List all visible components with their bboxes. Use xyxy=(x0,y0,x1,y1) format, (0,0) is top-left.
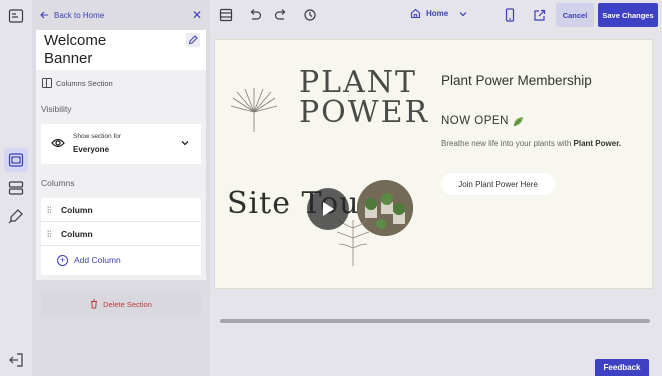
column-label: Column xyxy=(61,228,93,239)
now-open-text: NOW OPEN xyxy=(441,115,509,127)
delete-section-button[interactable]: Delete Section xyxy=(41,292,201,316)
pages-icon[interactable] xyxy=(4,176,28,200)
close-icon[interactable]: ✕ xyxy=(192,9,202,21)
description-bold: Plant Power. xyxy=(573,139,622,148)
membership-description: Breathe new life into your plants with P… xyxy=(441,139,621,148)
play-button[interactable] xyxy=(307,188,349,230)
panel-header: Back to Home ✕ xyxy=(36,0,206,30)
eye-icon xyxy=(51,138,65,148)
list-item[interactable]: Column xyxy=(41,222,201,246)
visibility-heading: Visibility xyxy=(41,104,72,114)
back-to-home-link[interactable]: Back to Home xyxy=(40,11,104,20)
description-text: Breathe new life into your plants with xyxy=(441,139,574,148)
history-icon[interactable] xyxy=(302,7,318,23)
section-type-label: Columns Section xyxy=(56,78,113,88)
section-type: Columns Section xyxy=(42,78,113,88)
columns-layout-icon xyxy=(42,78,52,88)
chevron-down-icon xyxy=(459,11,467,16)
leaf-icon xyxy=(513,116,523,126)
drag-handle-icon[interactable] xyxy=(47,229,51,238)
top-toolbar: Home Cancel Save Changes xyxy=(210,0,662,30)
play-icon xyxy=(323,202,334,216)
now-open-heading: NOW OPEN xyxy=(441,115,524,127)
plus-circle-icon: + xyxy=(57,254,68,266)
column-label: Column xyxy=(61,204,93,215)
join-button[interactable]: Join Plant Power Here xyxy=(441,173,555,195)
columns-list: Column Column + Add Column xyxy=(41,198,201,275)
visibility-value: Everyone xyxy=(73,145,110,154)
mobile-preview-icon[interactable] xyxy=(502,7,518,23)
visibility-dropdown[interactable]: Show section for Everyone xyxy=(41,124,201,164)
welcome-banner-preview[interactable]: PLANT POWER Site Tour Plant Power Member… xyxy=(214,39,653,289)
cancel-button[interactable]: Cancel xyxy=(556,3,594,27)
exit-icon[interactable] xyxy=(4,348,28,372)
columns-heading: Columns xyxy=(41,178,75,188)
list-item[interactable]: Column xyxy=(41,198,201,222)
visibility-caption: Show section for xyxy=(73,133,122,140)
section-title-area: Welcome Banner xyxy=(36,30,206,70)
theme-brush-icon[interactable] xyxy=(4,204,28,228)
delete-section-label: Delete Section xyxy=(103,299,152,309)
arrow-left-icon xyxy=(40,11,48,19)
page-selector[interactable]: Home xyxy=(410,8,467,19)
layout-panel-icon[interactable] xyxy=(4,4,28,28)
external-link-icon[interactable] xyxy=(531,7,547,23)
add-column-button[interactable]: + Add Column xyxy=(41,246,201,274)
page-selector-label: Home xyxy=(426,9,449,18)
site-tour-video[interactable]: Site Tour xyxy=(221,158,433,268)
edit-pen-icon[interactable] xyxy=(186,33,200,47)
section-settings-panel: Back to Home ✕ Welcome Banner Columns Se… xyxy=(32,0,210,376)
save-changes-button[interactable]: Save Changes xyxy=(598,3,658,27)
trash-icon xyxy=(91,299,98,309)
membership-title: Plant Power Membership xyxy=(441,73,592,88)
panel-card: Welcome Banner Columns Section Visibilit… xyxy=(36,30,206,280)
feedback-button[interactable]: Feedback xyxy=(595,359,649,376)
back-link-label: Back to Home xyxy=(54,10,105,20)
section-title: Welcome Banner xyxy=(44,32,107,67)
plant-power-logo: PLANT POWER xyxy=(223,58,433,153)
add-column-label: Add Column xyxy=(74,255,121,265)
palm-leaf-icon xyxy=(230,88,278,132)
logo-line-2: POWER xyxy=(299,95,430,130)
home-icon xyxy=(410,8,421,19)
sections-icon[interactable] xyxy=(4,148,28,172)
undo-icon[interactable] xyxy=(247,7,263,23)
chevron-down-icon xyxy=(181,141,189,146)
layout-toggle-icon[interactable] xyxy=(218,7,234,23)
icon-rail xyxy=(0,0,32,376)
logo-line-1: PLANT xyxy=(299,65,418,100)
drag-handle-icon[interactable] xyxy=(47,205,51,214)
editor-canvas: PLANT POWER Site Tour Plant Power Member… xyxy=(210,30,662,376)
horizontal-scrollbar[interactable] xyxy=(220,319,650,323)
redo-icon[interactable] xyxy=(273,7,289,23)
